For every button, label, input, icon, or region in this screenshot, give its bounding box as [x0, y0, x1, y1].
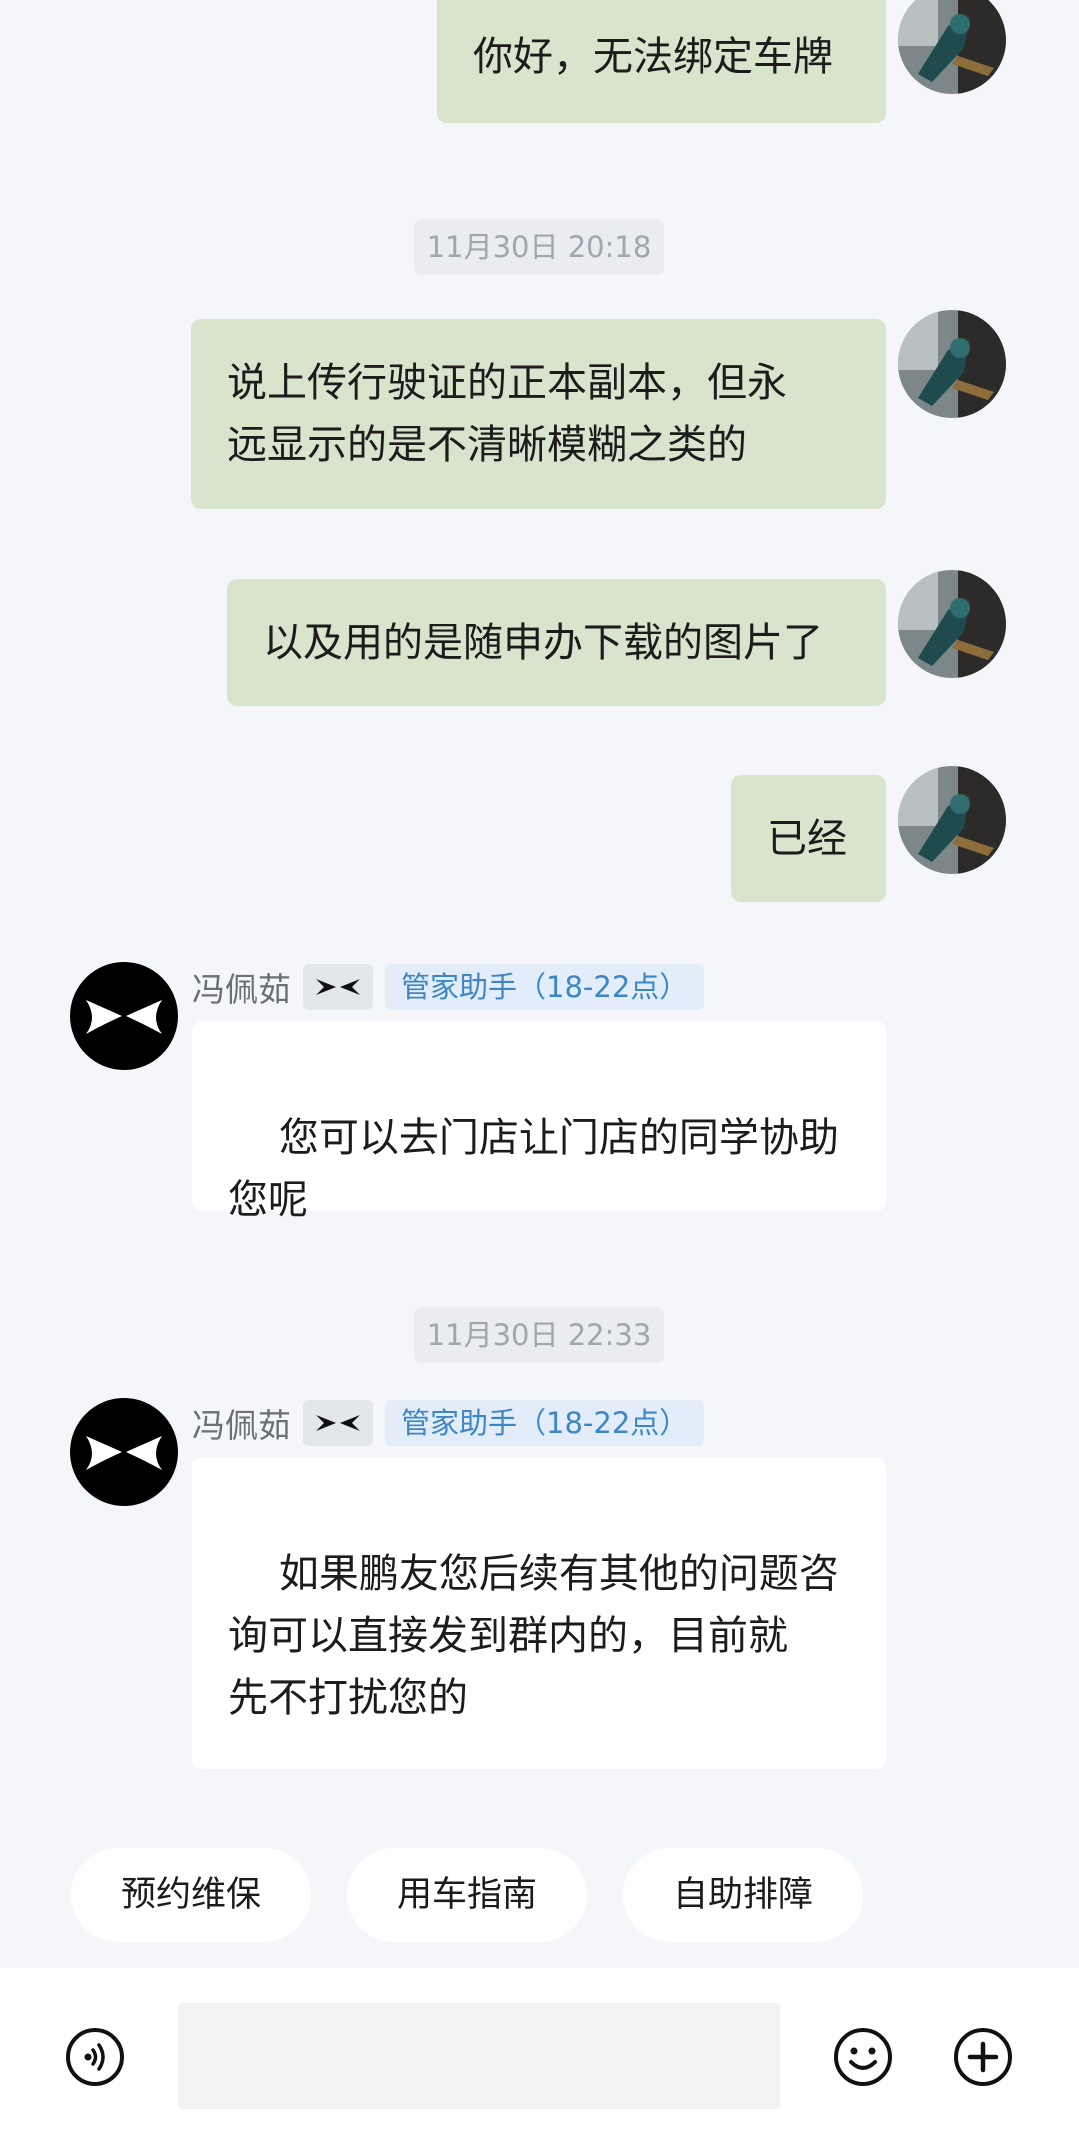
role-tag: 管家助手（18-22点） [385, 1400, 705, 1446]
user-avatar[interactable] [898, 570, 1006, 678]
sender-info: 冯佩茹 管家助手（18-22点） [192, 963, 705, 1011]
message-text: 您可以去门店让门店的同学协助 您呢 [228, 1115, 839, 1223]
role-tag: 管家助手（18-22点） [385, 964, 705, 1010]
chat-area[interactable]: 你好，无法绑定车牌 11月30日 20:18 说上传行驶证的正本副本，但永 远显… [0, 0, 1079, 1965]
message-text: 你好，无法绑定车牌 [473, 33, 833, 80]
emoji-icon[interactable] [832, 2026, 894, 2088]
message-text: 已经 [767, 815, 847, 862]
plus-icon[interactable] [952, 2026, 1014, 2088]
user-avatar[interactable] [898, 0, 1006, 94]
sender-name: 冯佩茹 [192, 970, 291, 1009]
xpeng-logo-icon [303, 1400, 373, 1446]
incoming-message[interactable]: 您可以去门店让门店的同学协助 您呢 [192, 1021, 886, 1223]
agent-avatar[interactable] [70, 1398, 178, 1506]
outgoing-message[interactable]: 你好，无法绑定车牌 [437, 0, 886, 123]
message-text: 说上传行驶证的正本副本，但永 远显示的是不清晰模糊之类的 [227, 360, 787, 468]
quick-actions-bar: 预约维保 用车指南 自助排障 [0, 1848, 1079, 1942]
agent-avatar[interactable] [70, 962, 178, 1070]
message-text: 以及用的是随申办下载的图片了 [263, 619, 823, 666]
timestamp: 11月30日 20:18 [414, 219, 664, 275]
user-avatar[interactable] [898, 310, 1006, 418]
sender-name: 冯佩茹 [192, 1406, 291, 1445]
sender-info: 冯佩茹 管家助手（18-22点） [192, 1399, 705, 1447]
quick-action-guide[interactable]: 用车指南 [347, 1848, 587, 1942]
input-bar [0, 1968, 1079, 2144]
voice-icon[interactable] [64, 2026, 126, 2088]
quick-action-troubleshoot[interactable]: 自助排障 [623, 1848, 863, 1942]
timestamp: 11月30日 22:33 [414, 1307, 664, 1363]
xpeng-logo-icon [303, 964, 373, 1010]
incoming-message[interactable]: 如果鹏友您后续有其他的问题咨 询可以直接发到群内的，目前就 先不打扰您的 [192, 1457, 886, 1769]
outgoing-message[interactable]: 说上传行驶证的正本副本，但永 远显示的是不清晰模糊之类的 [191, 319, 886, 509]
outgoing-message[interactable]: 以及用的是随申办下载的图片了 [227, 579, 886, 706]
xpeng-logo-icon [86, 1000, 162, 1034]
message-text: 如果鹏友您后续有其他的问题咨 询可以直接发到群内的，目前就 先不打扰您的 [228, 1551, 839, 1721]
xpeng-logo-icon [86, 1436, 162, 1470]
quick-action-maintenance[interactable]: 预约维保 [71, 1848, 311, 1942]
user-avatar[interactable] [898, 766, 1006, 874]
outgoing-message[interactable]: 已经 [731, 775, 886, 902]
message-input[interactable] [178, 2003, 780, 2109]
